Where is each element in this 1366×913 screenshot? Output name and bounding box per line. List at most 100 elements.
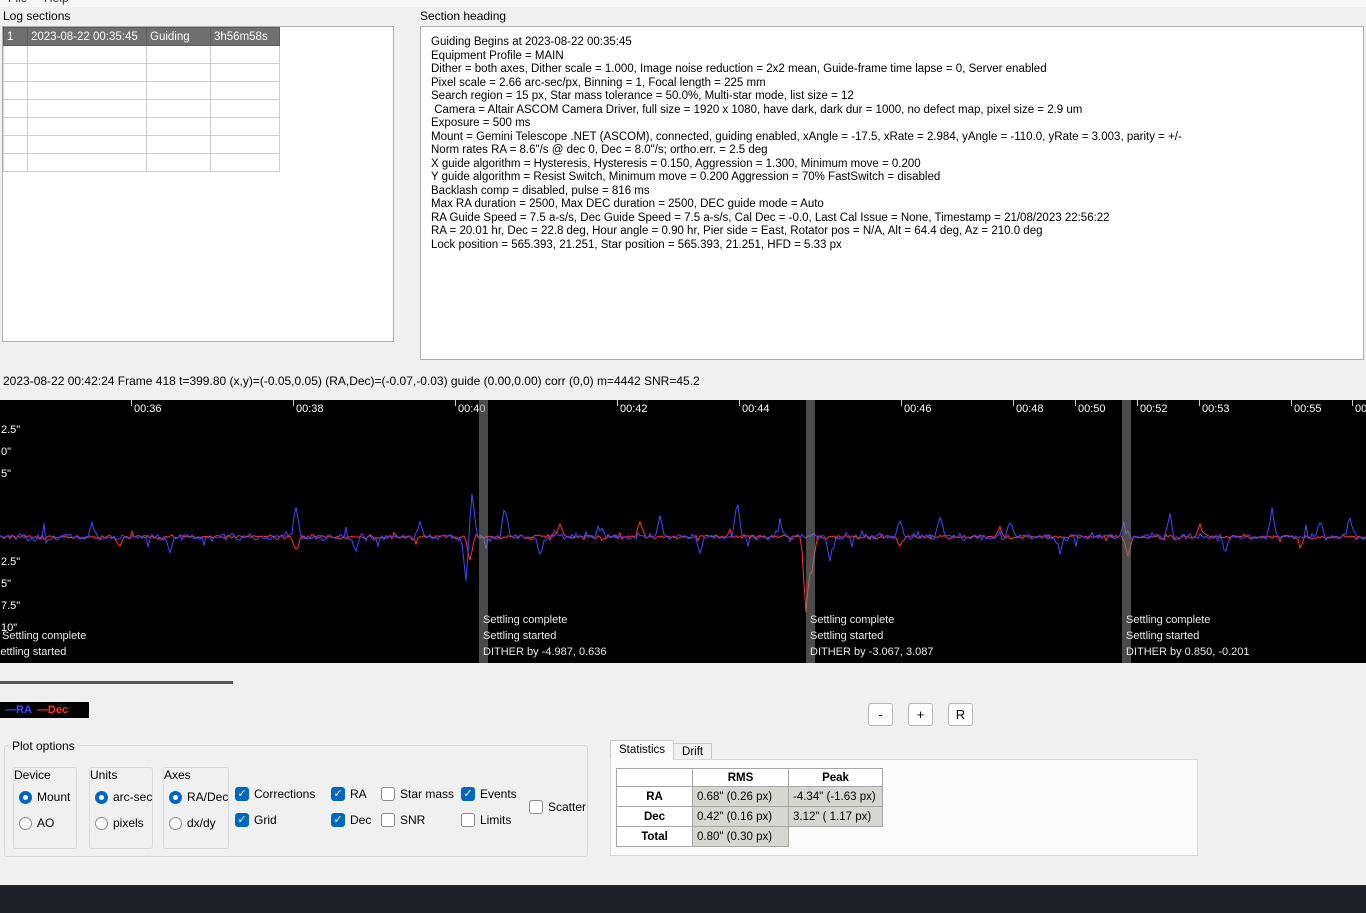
log-section-empty-cell bbox=[210, 117, 280, 136]
radio-button[interactable] bbox=[169, 816, 182, 830]
checkbox-ra[interactable]: ✓ RA bbox=[331, 786, 367, 801]
section-heading-line: Camera = Altair ASCOM Camera Driver, ful… bbox=[431, 103, 1083, 116]
checkbox-dec[interactable]: ✓ Dec bbox=[331, 812, 371, 827]
section-heading-line: Equipment Profile = MAIN bbox=[431, 49, 564, 62]
checkbox-label: Grid bbox=[254, 812, 277, 827]
checkbox-box[interactable]: ✓ bbox=[461, 786, 475, 801]
device-group: Device Mount AO bbox=[13, 767, 77, 849]
checkbox-box[interactable]: ✓ bbox=[331, 812, 345, 827]
stats-header: RMS bbox=[692, 768, 789, 787]
radio-button[interactable] bbox=[169, 790, 182, 804]
log-section-cell[interactable]: 2023-08-22 00:35:45 bbox=[27, 27, 147, 46]
reset-zoom-button[interactable]: R bbox=[948, 703, 973, 726]
units-group: Units arc-sec pixels bbox=[89, 767, 153, 849]
tab-drift[interactable]: Drift bbox=[673, 743, 713, 760]
checkbox-box[interactable] bbox=[381, 786, 395, 801]
log-section-empty-row[interactable] bbox=[3, 45, 280, 64]
plot-options-group: Plot options Device Mount AO Units arc-se… bbox=[4, 739, 588, 857]
x-tick-label: 00:48 bbox=[1016, 403, 1044, 415]
radio-button[interactable] bbox=[95, 816, 108, 830]
section-heading-line: Y guide algorithm = Resist Switch, Minim… bbox=[431, 171, 941, 183]
tab-statistics[interactable]: Statistics bbox=[610, 740, 675, 760]
event-annotation: DITHER by -4.987, 0.636 bbox=[483, 646, 607, 658]
log-section-empty-cell bbox=[210, 45, 280, 64]
log-sections-table[interactable]: 1 2023-08-22 00:35:45 Guiding 3h56m58s bbox=[3, 27, 280, 172]
stats-row: Total 0.80" (0.30 px) bbox=[616, 826, 883, 847]
checkbox-box[interactable] bbox=[381, 812, 395, 827]
radio-units-arc-sec[interactable]: arc-sec bbox=[95, 790, 152, 804]
section-heading-line: Search region = 15 px, Star mass toleran… bbox=[431, 90, 854, 102]
radio-label: AO bbox=[37, 816, 55, 830]
log-section-empty-row[interactable] bbox=[3, 63, 280, 82]
checkbox-star-mass[interactable]: Star mass bbox=[381, 786, 454, 801]
log-section-cell[interactable]: 1 bbox=[3, 27, 28, 46]
checkbox-box[interactable]: ✓ bbox=[331, 786, 345, 801]
x-tick-label: 00:42 bbox=[620, 403, 648, 415]
checkbox-limits[interactable]: Limits bbox=[461, 812, 511, 827]
checkbox-box[interactable] bbox=[461, 812, 475, 827]
checkbox-box[interactable] bbox=[529, 799, 543, 814]
checkbox-grid[interactable]: ✓ Grid bbox=[235, 812, 277, 827]
radio-button[interactable] bbox=[19, 816, 32, 830]
section-heading-label: Section heading bbox=[420, 9, 507, 23]
menu-file[interactable]: File bbox=[8, 0, 27, 5]
menu-help[interactable]: Help bbox=[44, 0, 69, 5]
x-tick-mark bbox=[1013, 400, 1014, 406]
radio-label: pixels bbox=[113, 816, 144, 830]
log-section-cell[interactable]: 3h56m58s bbox=[210, 27, 280, 46]
x-tick-mark bbox=[1137, 400, 1138, 406]
log-section-empty-row[interactable] bbox=[3, 117, 280, 136]
x-tick-mark bbox=[455, 400, 456, 406]
radio-axes-ra-dec[interactable]: RA/Dec bbox=[169, 790, 228, 804]
checkbox-scatter[interactable]: Scatter bbox=[529, 799, 586, 814]
zoom-in-button[interactable]: + bbox=[908, 703, 933, 726]
log-section-empty-row[interactable] bbox=[3, 135, 280, 154]
zoom-out-button[interactable]: - bbox=[868, 703, 893, 726]
x-tick-label: 00:50 bbox=[1078, 403, 1106, 415]
radio-button[interactable] bbox=[19, 790, 32, 804]
ra-trace bbox=[0, 494, 1366, 581]
y-tick-label: 5" bbox=[1, 578, 12, 590]
h-scrollbar[interactable] bbox=[0, 681, 233, 684]
radio-units-pixels[interactable]: pixels bbox=[95, 816, 144, 830]
log-section-empty-row[interactable] bbox=[3, 99, 280, 118]
checkbox-box[interactable]: ✓ bbox=[235, 786, 249, 801]
log-section-empty-row[interactable] bbox=[3, 153, 280, 172]
log-section-cell[interactable]: Guiding bbox=[146, 27, 211, 46]
checkbox-box[interactable]: ✓ bbox=[235, 812, 249, 827]
log-section-row[interactable]: 1 2023-08-22 00:35:45 Guiding 3h56m58s bbox=[3, 27, 280, 46]
checkbox-snr[interactable]: SNR bbox=[381, 812, 425, 827]
y-tick-label: 2.5" bbox=[1, 556, 21, 568]
x-tick-mark bbox=[739, 400, 740, 406]
log-sections-panel[interactable]: 1 2023-08-22 00:35:45 Guiding 3h56m58s bbox=[2, 26, 394, 342]
x-tick-mark bbox=[1075, 400, 1076, 406]
phd2-log-viewer-window: File Help Log sections 12023-08-22 00:35… bbox=[0, 0, 1366, 913]
radio-label: Mount bbox=[37, 790, 71, 804]
event-annotation: Settling complete bbox=[1126, 614, 1211, 626]
stats-row: Dec 0.42" (0.16 px) 3.12" ( 1.17 px) bbox=[616, 806, 883, 827]
x-tick-label: 00:44 bbox=[742, 403, 770, 415]
checkbox-label: Events bbox=[480, 786, 517, 801]
section-heading-line: Backlash comp = disabled, pulse = 816 ms bbox=[431, 184, 650, 197]
x-tick-mark bbox=[901, 400, 902, 406]
log-section-empty-row[interactable] bbox=[3, 81, 280, 100]
event-annotation: Settling complete bbox=[2, 630, 87, 642]
guide-graph[interactable]: 00:36 00:38 00:40 00:42 00:44 00:46 00:48 00:50… bbox=[0, 400, 1366, 663]
event-annotation: Settling complete bbox=[483, 614, 568, 626]
menubar: File Help bbox=[0, 0, 1366, 7]
checkbox-events[interactable]: ✓ Events bbox=[461, 786, 517, 801]
event-annotation: Settling started bbox=[483, 630, 557, 642]
radio-axes-dx-dy[interactable]: dx/dy bbox=[169, 816, 216, 830]
log-section-empty-cell bbox=[27, 81, 147, 100]
radio-device-ao[interactable]: AO bbox=[19, 816, 54, 830]
checkbox-label: Corrections bbox=[254, 786, 316, 801]
section-heading-line: Pixel scale = 2.66 arc-sec/px, Binning =… bbox=[431, 76, 766, 89]
units-label: Units bbox=[90, 768, 118, 782]
section-heading-line: Mount = Gemini Telescope .NET (ASCOM), c… bbox=[431, 130, 1182, 143]
checkbox-corrections[interactable]: ✓ Corrections bbox=[235, 786, 315, 801]
log-section-empty-cell bbox=[27, 153, 147, 172]
radio-device-mount[interactable]: Mount bbox=[19, 790, 70, 804]
stats-tab-bar: Statistics Drift bbox=[610, 740, 713, 760]
log-section-empty-cell bbox=[146, 99, 211, 118]
radio-button[interactable] bbox=[95, 790, 108, 804]
